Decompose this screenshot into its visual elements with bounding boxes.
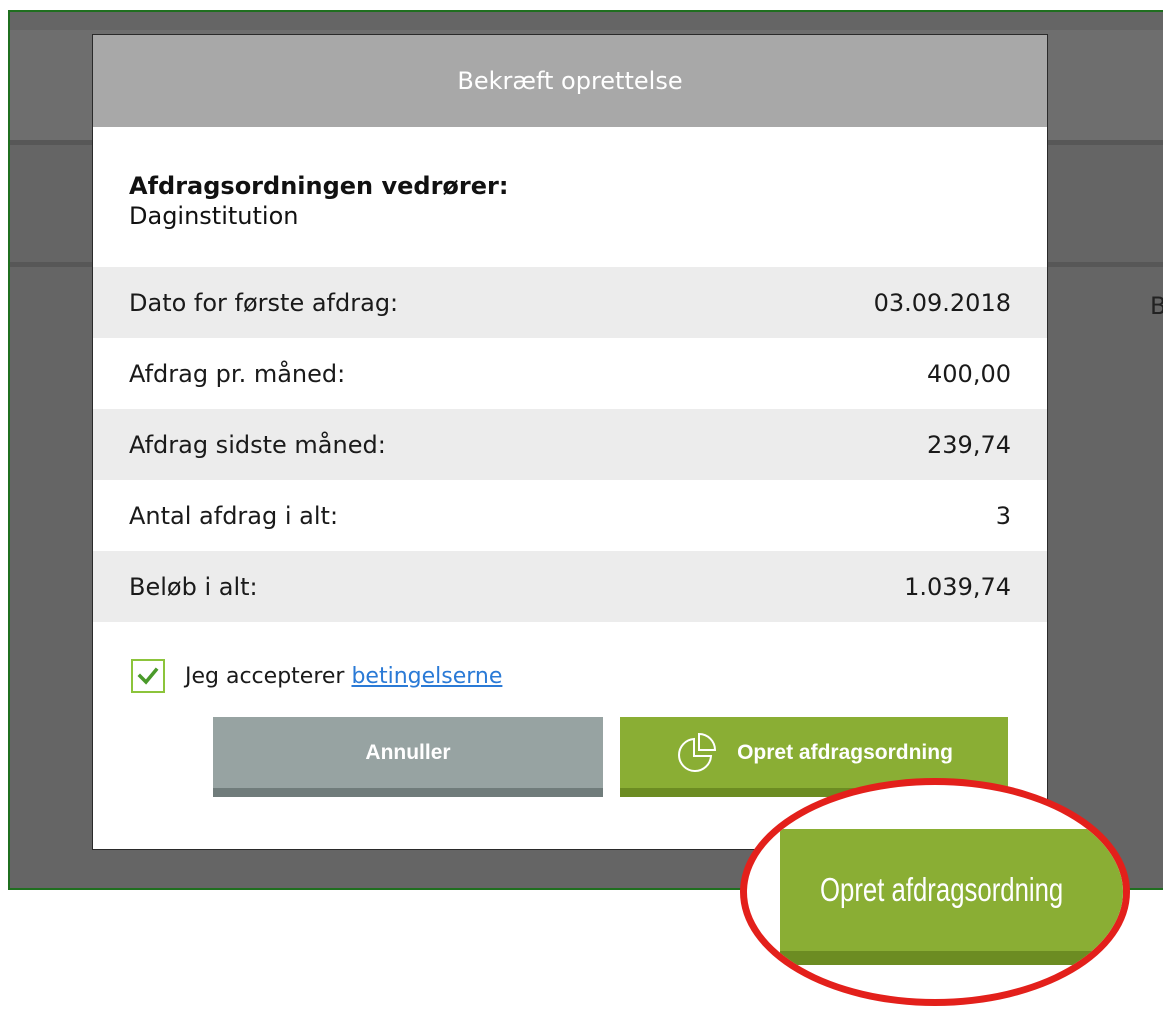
row-label: Afdrag sidste måned: <box>129 430 386 459</box>
checkmark-icon <box>137 667 159 685</box>
zoom-callout: Opret afdragsordning <box>740 778 1130 1006</box>
row-value: 1.039,74 <box>904 572 1011 601</box>
zoomed-create-plan-button: Opret afdragsordning <box>780 829 1123 965</box>
create-plan-label: Opret afdragsordning <box>737 740 953 764</box>
confirm-dialog: Bekræft oprettelse Afdragsordningen vedr… <box>92 34 1048 850</box>
row-value: 03.09.2018 <box>873 288 1011 317</box>
highlight-ring: Opret afdragsordning <box>740 778 1130 1006</box>
row-value: 400,00 <box>927 359 1011 388</box>
row-label: Dato for første afdrag: <box>129 288 399 317</box>
dialog-title: Bekræft oprettelse <box>457 67 683 95</box>
summary-row-payment-count: Antal afdrag i alt: 3 <box>93 480 1047 551</box>
plan-summary: Dato for første afdrag: 03.09.2018 Afdra… <box>93 267 1047 622</box>
subject-label: Afdragsordningen vedrører: <box>129 172 509 200</box>
summary-row-first-payment-date: Dato for første afdrag: 03.09.2018 <box>93 267 1047 338</box>
accept-terms-text: Jeg accepterer <box>185 663 345 689</box>
row-label: Afdrag pr. måned: <box>129 359 346 388</box>
row-label: Beløb i alt: <box>129 572 258 601</box>
subject-value: Daginstitution <box>129 202 299 230</box>
zoomed-create-plan-label: Opret afdragsordning <box>820 871 1064 908</box>
backdrop-edge-text: B <box>1150 292 1163 320</box>
row-label: Antal afdrag i alt: <box>129 501 339 530</box>
pie-chart-icon <box>678 732 717 772</box>
accept-terms-checkbox[interactable] <box>131 659 165 693</box>
summary-row-last-payment: Afdrag sidste måned: 239,74 <box>93 409 1047 480</box>
terms-link[interactable]: betingelserne <box>351 664 502 689</box>
plan-subject: Afdragsordningen vedrører: Daginstitutio… <box>93 127 1047 267</box>
row-value: 239,74 <box>927 430 1011 459</box>
cancel-button[interactable]: Annuller <box>213 717 603 797</box>
cancel-button-label: Annuller <box>365 740 451 764</box>
row-value: 3 <box>995 501 1011 530</box>
summary-row-monthly-payment: Afdrag pr. måned: 400,00 <box>93 338 1047 409</box>
dialog-header: Bekræft oprettelse <box>93 35 1047 127</box>
terms-acceptance: Jeg accepterer betingelserne <box>131 659 502 693</box>
summary-row-total-amount: Beløb i alt: 1.039,74 <box>93 551 1047 622</box>
